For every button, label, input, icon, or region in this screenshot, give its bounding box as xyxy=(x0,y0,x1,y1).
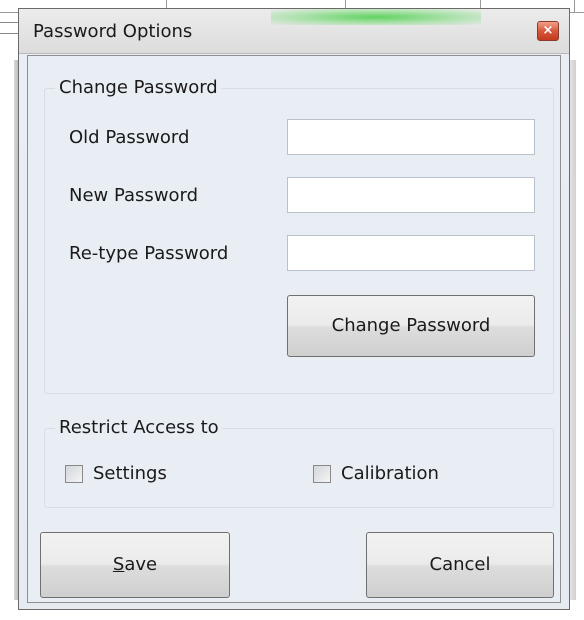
change-password-group: Change Password Old Password New Passwor… xyxy=(44,77,554,394)
save-mnemonic: S xyxy=(112,554,125,575)
dialog-title: Password Options xyxy=(33,21,193,42)
restrict-access-group-title: Restrict Access to xyxy=(55,417,223,439)
title-bar[interactable]: Password Options × xyxy=(19,9,569,54)
calibration-checkbox-label: Calibration xyxy=(341,463,439,484)
save-label-rest: ave xyxy=(124,554,158,575)
save-button[interactable]: Save xyxy=(40,532,230,598)
close-icon: × xyxy=(542,23,554,38)
settings-checkbox-label: Settings xyxy=(93,463,167,484)
cancel-button[interactable]: Cancel xyxy=(366,532,554,598)
password-options-dialog: Password Options × Change Password Old P… xyxy=(18,8,570,610)
settings-checkbox-box[interactable] xyxy=(65,465,83,483)
retype-password-label: Re-type Password xyxy=(69,243,229,264)
old-password-input[interactable] xyxy=(287,119,535,155)
change-password-button[interactable]: Change Password xyxy=(287,295,535,357)
background-divider xyxy=(0,22,20,34)
new-password-label: New Password xyxy=(69,185,199,206)
retype-password-input[interactable] xyxy=(287,235,535,271)
restrict-access-group: Restrict Access to Settings Calibration xyxy=(44,417,554,508)
calibration-checkbox-box[interactable] xyxy=(313,465,331,483)
dialog-client-area: Change Password Old Password New Passwor… xyxy=(27,55,561,603)
change-password-group-title: Change Password xyxy=(55,77,222,99)
close-button[interactable]: × xyxy=(537,21,559,41)
title-bar-glow xyxy=(271,9,481,25)
settings-checkbox[interactable]: Settings xyxy=(65,463,205,487)
old-password-label: Old Password xyxy=(69,127,190,148)
calibration-checkbox[interactable]: Calibration xyxy=(313,463,483,487)
new-password-input[interactable] xyxy=(287,177,535,213)
